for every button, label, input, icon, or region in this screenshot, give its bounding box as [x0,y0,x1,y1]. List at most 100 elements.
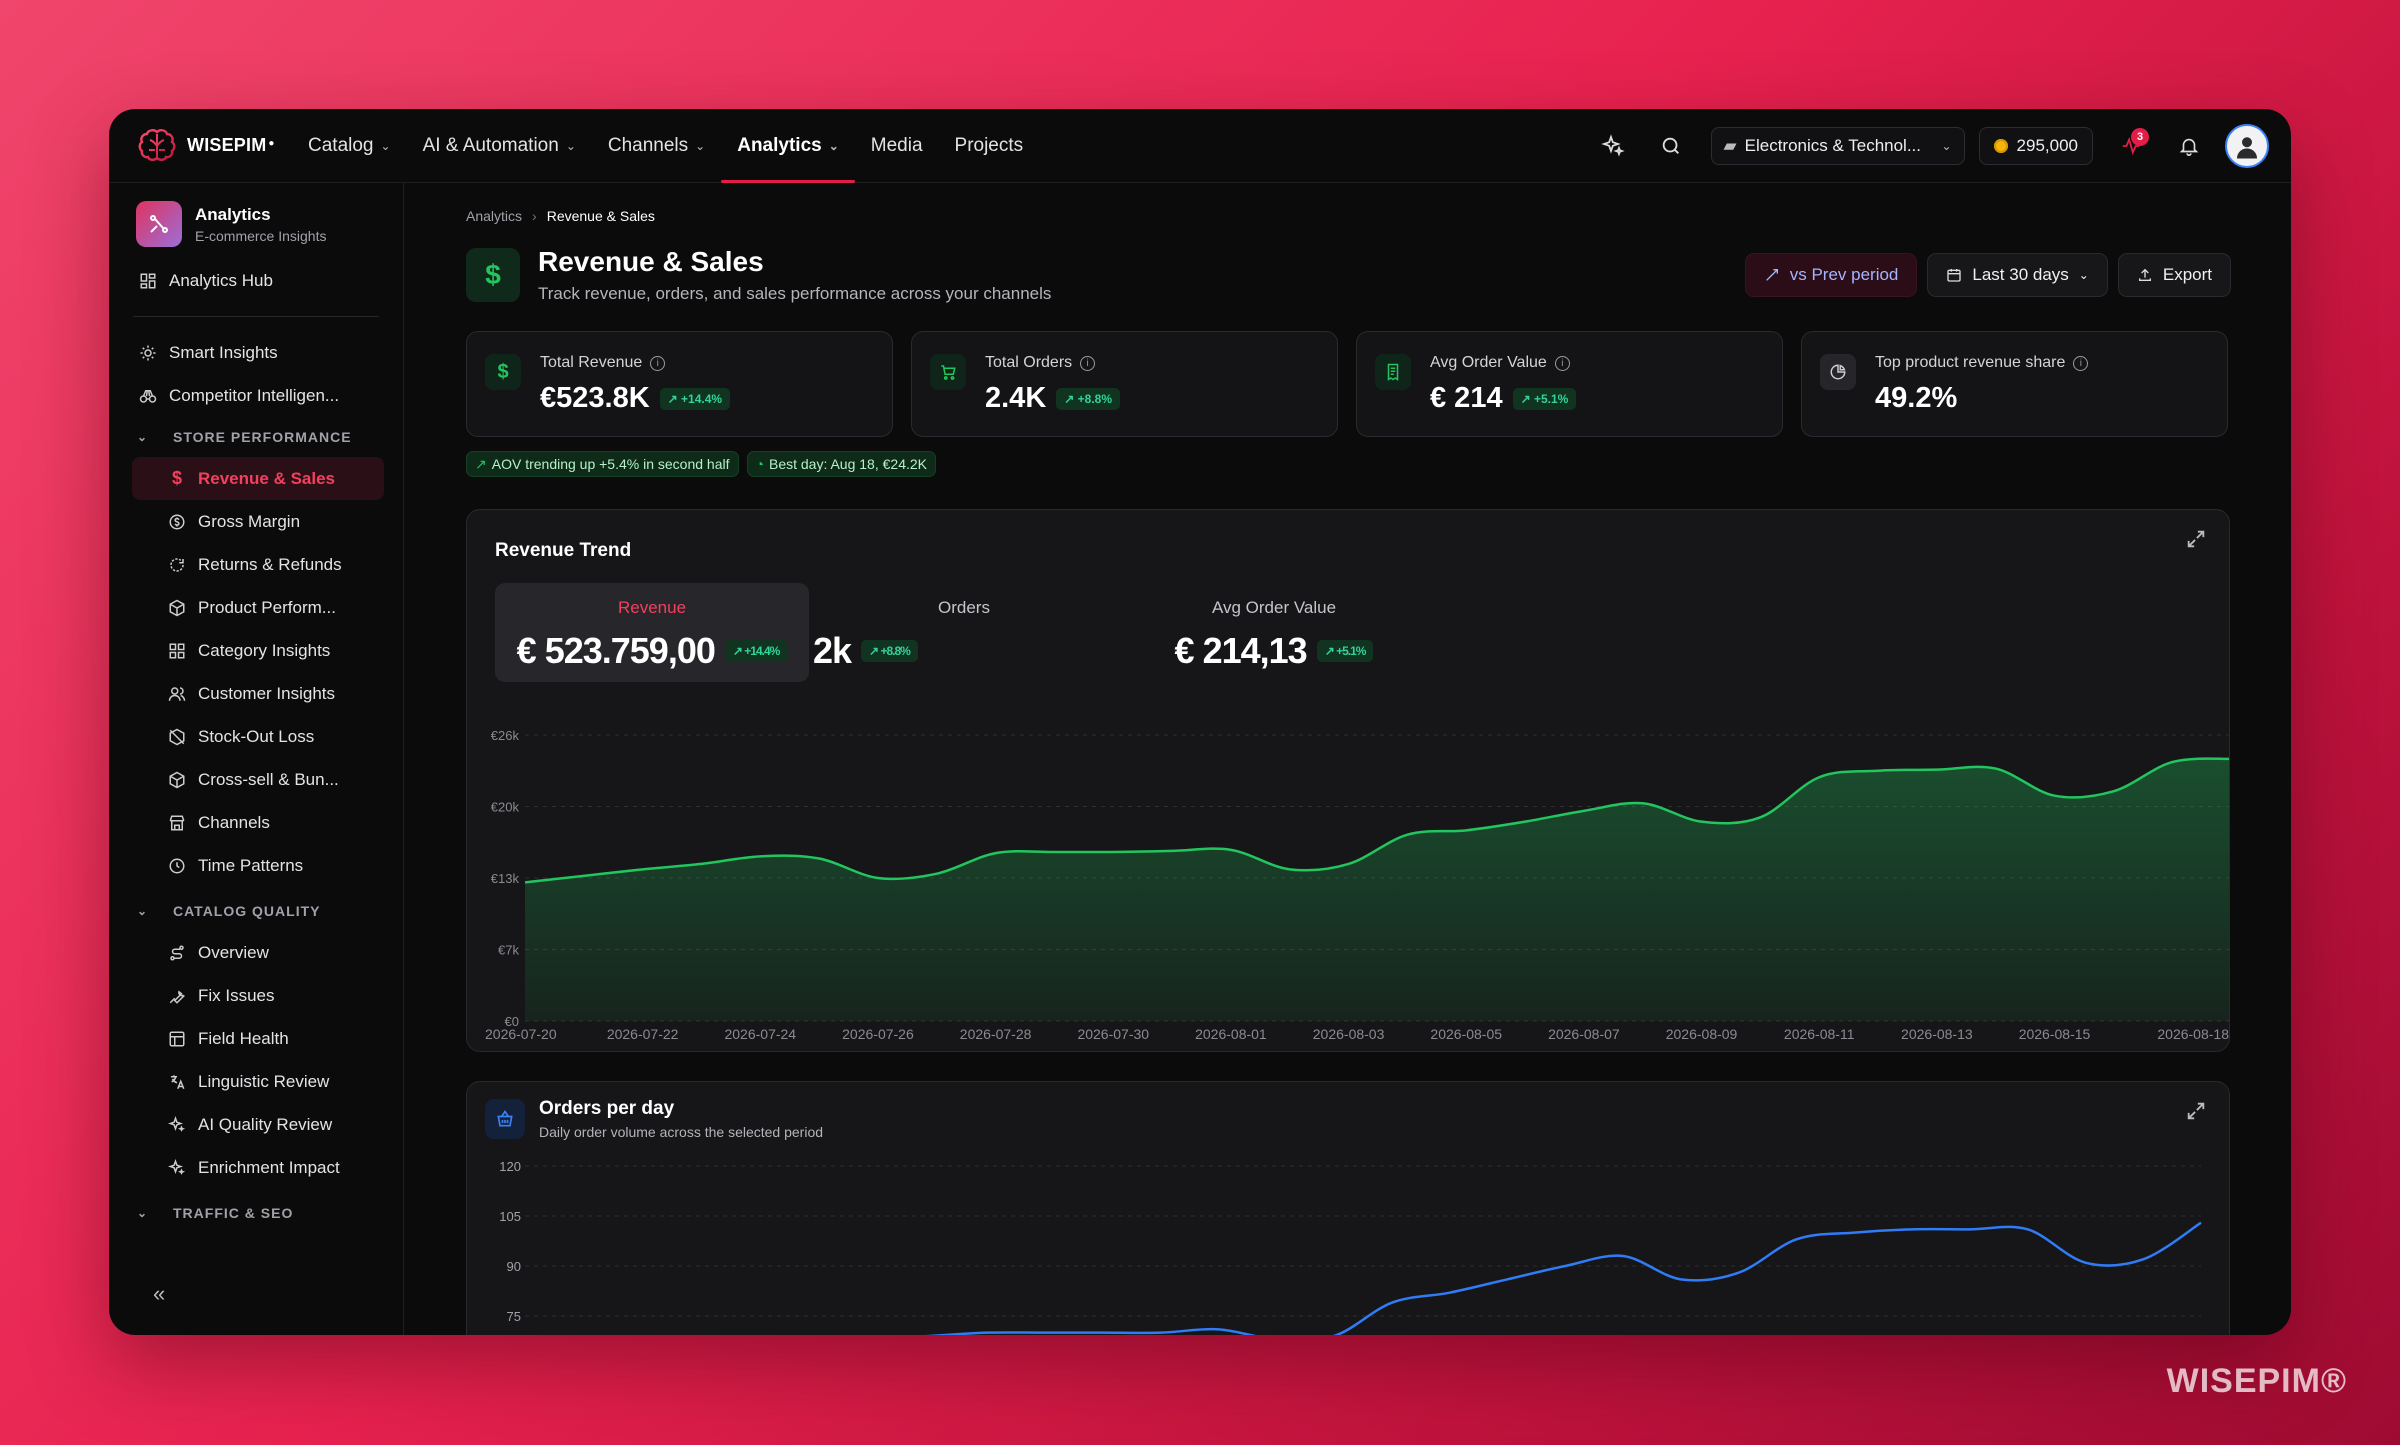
delta-badge: ↗ +5.1% [1512,387,1577,410]
collapse-sidebar-button[interactable]: « [153,1281,165,1307]
sidebar-item-revenue-sales[interactable]: $ Revenue & Sales [132,457,384,500]
compare-icon [1765,269,1778,281]
workspace-name: Electronics & Technol... [1744,136,1922,155]
chevron-down-icon: ⌄ [565,138,576,153]
nav-analytics[interactable]: Analytics ⌄ [721,109,855,183]
sidebar-item-channels[interactable]: Channels [109,801,403,844]
delta-badge: ↗ +5.1% [1316,640,1374,662]
breadcrumb-parent[interactable]: Analytics [466,208,522,224]
sidebar-item-label: Analytics Hub [169,270,273,290]
x-tick-label: 2026-07-22 [607,1026,679,1042]
sidebar-item-fix-issues[interactable]: Fix Issues [109,974,403,1017]
expand-icon [2187,1102,2205,1120]
info-icon[interactable]: i [1554,355,1570,371]
sidebar-item-linguistic-review[interactable]: Linguistic Review [109,1060,403,1103]
breadcrumb: Analytics › Revenue & Sales [466,208,655,224]
expand-button[interactable] [2185,1100,2211,1126]
app-window: WISEPIM ● Catalog ⌄ AI & Automation ⌄ Chann… [109,109,2291,1335]
credits-balance[interactable]: 295,000 [1978,127,2093,165]
y-tick-label: €13k [491,871,520,886]
info-icon[interactable]: i [2073,355,2089,371]
orders-per-day-chart[interactable]: 75 90 105 120 [467,1154,2230,1335]
sidebar-item-smart-insights[interactable]: Smart Insights [109,331,403,374]
pie-icon [1820,354,1856,390]
grid-icon [166,640,188,662]
sidebar-item-label: Field Health [198,1028,289,1048]
insight-chip[interactable]: ↗ AOV trending up +5.4% in second half [466,451,739,477]
sidebar-item-competitor-intelligence[interactable]: Competitor Intelligen... [109,374,403,417]
page-subtitle: Track revenue, orders, and sales perform… [538,284,1052,303]
sidebar-item-cross-sell[interactable]: Cross-sell & Bun... [109,758,403,801]
sidebar-item-returns-refunds[interactable]: Returns & Refunds [109,543,403,586]
sidebar-item-product-performance[interactable]: Product Perform... [109,586,403,629]
double-chevron-left-icon: « [153,1281,166,1306]
ai-sparkle-button[interactable] [1593,126,1633,166]
expand-button[interactable] [2185,528,2211,554]
section-catalog-quality[interactable]: ⌄ CATALOG QUALITY [109,891,403,931]
notifications-button[interactable] [2169,126,2209,166]
nav-channels[interactable]: Channels ⌄ [592,109,721,183]
box-icon [166,597,188,619]
sidebar-item-overview[interactable]: Overview [109,931,403,974]
info-icon[interactable]: i [650,355,666,371]
nav-media-label: Media [870,134,923,156]
insight-chip[interactable]: ◔ Best day: Aug 18, €24.2K [746,451,936,477]
sidebar-item-category-insights[interactable]: Category Insights [109,629,403,672]
sidebar-item-label: Returns & Refunds [198,554,342,574]
x-tick-label: 2026-08-09 [1666,1026,1738,1042]
box-icon [166,769,188,791]
coin-icon [166,511,188,533]
sidebar-app-title: Analytics [195,204,271,224]
nav-ai-automation[interactable]: AI & Automation ⌄ [407,109,592,183]
sidebar-item-field-health[interactable]: Field Health [109,1017,403,1060]
section-store-performance[interactable]: ⌄ STORE PERFORMANCE [109,417,403,457]
metric-tab-aov[interactable]: Avg Order Value € 214,13 ↗ +5.1% [1119,583,1429,682]
nav-projects[interactable]: Projects [939,109,1040,183]
trend-up-icon: ↗ [475,455,487,472]
sidebar-item-stock-out-loss[interactable]: Stock-Out Loss [109,715,403,758]
sidebar-item-ai-quality-review[interactable]: AI Quality Review [109,1103,403,1146]
metric-label: Avg Order Value [1211,598,1337,617]
delta-value: +8.8% [880,644,910,658]
upload-icon [2138,268,2151,281]
metric-tab-revenue[interactable]: Revenue € 523.759,00 ↗ +14.4% [495,583,809,682]
x-tick-label: 2026-08-18 [2157,1026,2229,1042]
store-icon [166,812,188,834]
nav-right-tools: ▰ Electronics & Technol... ⌄ 295,000 3 [1575,109,2269,183]
nav-media[interactable]: Media [855,109,939,183]
brand-logo[interactable]: WISEPIM ● [137,127,274,165]
metric-value: € 523.759,00 [516,630,716,671]
sidebar-item-customer-insights[interactable]: Customer Insights [109,672,403,715]
sparkle-icon [166,1157,188,1179]
orders-per-day-card: Orders per day Daily order volume across… [466,1081,2230,1335]
search-button[interactable] [1651,126,1691,166]
sidebar-item-gross-margin[interactable]: Gross Margin [109,500,403,543]
export-button[interactable]: Export [2117,253,2231,297]
compare-period-button[interactable]: vs Prev period [1744,253,1918,297]
activity-button[interactable]: 3 [2111,126,2151,166]
info-icon[interactable]: i [1080,355,1096,371]
date-range-select[interactable]: Last 30 days ⌄ [1927,253,2108,297]
delta-value: +5.1% [1533,391,1569,406]
section-traffic-seo[interactable]: ⌄ TRAFFIC & SEO [109,1193,403,1233]
x-tick-label: 2026-08-11 [1784,1026,1855,1042]
nav-channels-label: Channels [607,134,689,156]
sidebar-item-label: Channels [198,812,270,832]
sidebar-item-analytics-hub[interactable]: Analytics Hub [109,259,403,302]
user-avatar[interactable] [2225,124,2269,168]
sidebar-item-time-patterns[interactable]: Time Patterns [109,844,403,887]
metric-label: Orders [938,598,990,617]
nav-catalog[interactable]: Catalog ⌄ [292,109,407,183]
folder-icon: ▰ [1723,136,1737,155]
metric-tab-orders[interactable]: Orders 2k ↗ +8.8% [809,583,1119,682]
x-tick-label: 2026-08-15 [2019,1026,2091,1042]
sidebar-item-label: Customer Insights [198,683,335,703]
nav-ai-automation-label: AI & Automation [422,134,559,156]
revenue-trend-card: Revenue Trend Revenue € 523.759,00 ↗ +14.… [466,509,2230,1052]
card-subtitle: Daily order volume across the selected p… [539,1124,824,1140]
workspace-selector[interactable]: ▰ Electronics & Technol... ⌄ [1710,127,1965,165]
kpi-label: Top product revenue share [1875,354,2066,371]
sidebar: Analytics E-commerce Insights Analytics … [109,183,404,1335]
revenue-trend-chart[interactable]: €0€7k€13k€20k€26k2026-07-20 2026-07-22 202… [467,695,2230,1052]
sidebar-item-enrichment-impact[interactable]: Enrichment Impact [109,1146,403,1189]
